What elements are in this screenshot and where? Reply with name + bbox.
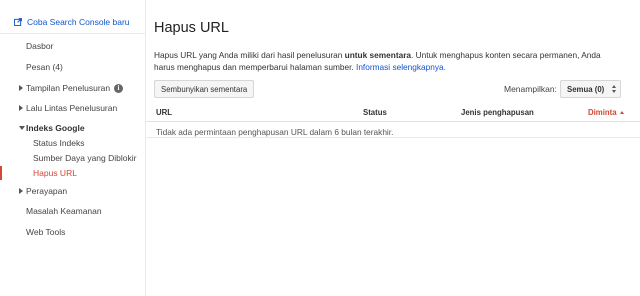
column-header-requested[interactable]: Diminta (588, 108, 624, 117)
sidebar-item-dashboard[interactable]: Dasbor (0, 39, 145, 53)
chevron-right-icon (19, 105, 23, 111)
chevron-down-icon (19, 126, 25, 130)
sidebar-item-label: Lalu Lintas Penelusuran (26, 103, 118, 113)
external-link-icon (14, 18, 22, 26)
chevron-right-icon (19, 85, 23, 91)
column-header-removal-type[interactable]: Jenis penghapusan (461, 108, 534, 117)
description-emphasis: untuk sementara (344, 50, 412, 60)
sidebar-item-blocked-resources[interactable]: Sumber Daya yang Diblokir (0, 151, 145, 165)
empty-table-message: Tidak ada permintaan penghapusan URL dal… (156, 127, 394, 137)
sidebar-item-label: Tampilan Penelusuran (26, 83, 111, 93)
sort-ascending-icon (619, 111, 624, 114)
sidebar-item-label: Dasbor (26, 41, 54, 51)
description-text: Hapus URL yang Anda miliki dari hasil pe… (154, 50, 345, 60)
table-header-divider (146, 121, 640, 122)
show-filter-value: Semua (0) (567, 84, 605, 94)
sidebar-item-label: Masalah Keamanan (26, 206, 102, 216)
sidebar-item-security-issues[interactable]: Masalah Keamanan (0, 204, 145, 218)
sidebar-item-label: Status Indeks (33, 138, 85, 148)
column-header-status[interactable]: Status (363, 108, 387, 117)
sidebar: Coba Search Console baru Dasbor Pesan (4… (0, 0, 145, 296)
table-divider (146, 137, 640, 138)
sidebar-item-label: Sumber Daya yang Diblokir (33, 153, 137, 163)
sidebar-item-label: Indeks Google (26, 123, 85, 133)
sidebar-item-label: Hapus URL (33, 168, 77, 178)
sidebar-item-remove-urls[interactable]: Hapus URL (0, 166, 145, 180)
sidebar-item-crawl[interactable]: Perayapan (0, 184, 145, 198)
page-title: Hapus URL (154, 20, 229, 36)
sidebar-item-index-status[interactable]: Status Indeks (0, 136, 145, 150)
learn-more-link[interactable]: Informasi selengkapnya. (356, 62, 446, 72)
sidebar-item-label: Web Tools (26, 227, 66, 237)
sidebar-item-google-index[interactable]: Indeks Google (0, 121, 145, 135)
column-header-label: Diminta (588, 108, 617, 117)
show-filter-select[interactable]: Semua (0) (560, 80, 621, 98)
sidebar-item-web-tools[interactable]: Web Tools (0, 225, 145, 239)
chevron-right-icon (19, 188, 23, 194)
page-description: Hapus URL yang Anda miliki dari hasil pe… (154, 50, 614, 73)
column-header-url[interactable]: URL (156, 108, 172, 117)
sidebar-item-label: Perayapan (26, 186, 68, 196)
try-new-search-console-link[interactable]: Coba Search Console baru (14, 17, 130, 27)
sidebar-item-messages[interactable]: Pesan (4) (0, 60, 145, 74)
sidebar-item-label: Pesan (4) (26, 62, 63, 72)
sidebar-divider (145, 0, 146, 296)
divider (0, 33, 145, 34)
try-link-label: Coba Search Console baru (27, 17, 130, 27)
sidebar-item-search-appearance[interactable]: Tampilan Penelusuran i (0, 81, 145, 95)
select-arrows-icon (612, 84, 617, 95)
info-icon[interactable]: i (114, 83, 123, 93)
sidebar-item-search-traffic[interactable]: Lalu Lintas Penelusuran (0, 101, 145, 115)
temporarily-hide-button[interactable]: Sembunyikan sementara (154, 80, 255, 98)
show-filter-label: Menampilkan: (504, 84, 557, 94)
